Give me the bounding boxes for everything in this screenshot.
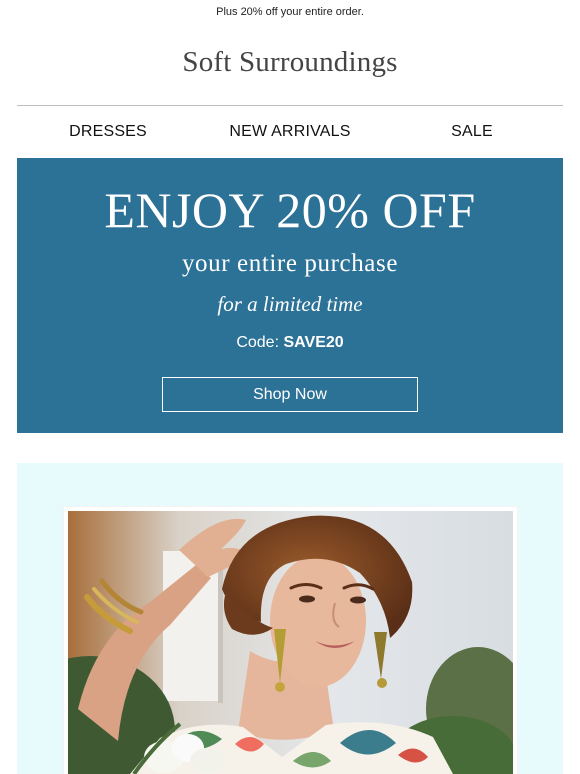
header-divider [17,105,563,106]
nav-item-dresses[interactable]: DRESSES [17,120,199,144]
promo-headline: ENJOY 20% OFF [104,182,476,238]
photo-earring-left-bead [275,682,285,692]
promo-code: Code: SAVE20 [17,332,563,354]
promo-subheadline: your entire purchase [181,250,399,277]
main-nav: DRESSES NEW ARRIVALS SALE [17,120,563,144]
photo-earring-right-bead [377,678,387,688]
photo-eye-right [350,596,366,604]
nav-item-sale[interactable]: SALE [381,120,563,144]
hero-photo-model[interactable] [68,511,513,774]
nav-item-new-arrivals[interactable]: NEW ARRIVALS [199,120,381,144]
shop-now-button[interactable]: Shop Now [162,377,418,412]
promo-code-value: SAVE20 [283,334,344,351]
photo-eye-left [299,595,315,603]
photo-bouquet-flower-3 [190,748,226,774]
promo-code-label: Code: [236,334,280,351]
brand-logo[interactable]: Soft Surroundings [0,44,580,80]
photo-window-frame [218,553,223,703]
preheader-text: Plus 20% off your entire order. [216,6,364,18]
photo-face [270,555,366,687]
promo-banner: ENJOY 20% OFF your entire purchase for a… [17,158,563,433]
promo-timeframe: for a limited time [217,292,363,316]
